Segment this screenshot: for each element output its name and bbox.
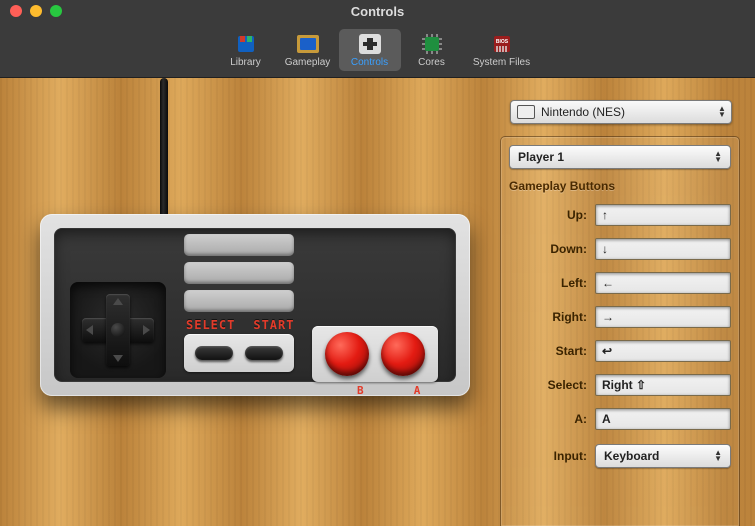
toolbar-item-controls[interactable]: Controls	[339, 29, 401, 71]
binding-label: Up:	[509, 208, 587, 222]
window-controls	[10, 5, 62, 17]
controller-stripe	[184, 290, 294, 312]
dpad-left-icon	[86, 325, 93, 335]
cores-icon	[421, 33, 443, 55]
binding-label: A:	[509, 412, 587, 426]
toolbar-label: Gameplay	[285, 57, 331, 68]
dpad[interactable]	[82, 294, 154, 366]
b-button[interactable]	[325, 332, 369, 376]
system-select-value: Nintendo (NES)	[541, 105, 625, 119]
binding-row-up: Up: ↑	[509, 201, 731, 229]
binding-label: Right:	[509, 310, 587, 324]
svg-text:BIOS: BIOS	[495, 39, 508, 45]
system-select[interactable]: Nintendo (NES) ▲▼	[510, 100, 732, 124]
content-area: Nintendo (NES) ▲▼ Player 1 ▲▼ Gameplay B…	[0, 78, 755, 526]
minimize-icon[interactable]	[30, 5, 42, 17]
binding-field-start[interactable]: ↩	[595, 340, 731, 362]
binding-field-up[interactable]: ↑	[595, 204, 731, 226]
start-button[interactable]	[245, 346, 283, 360]
player-select-value: Player 1	[518, 150, 564, 164]
section-header: Gameplay Buttons	[509, 179, 731, 193]
binding-row-left: Left: ←	[509, 269, 731, 297]
zoom-icon[interactable]	[50, 5, 62, 17]
window-title: Controls	[0, 4, 755, 19]
controller-cable	[160, 78, 168, 218]
gameplay-icon	[297, 33, 319, 55]
close-icon[interactable]	[10, 5, 22, 17]
binding-field-a[interactable]: A	[595, 408, 731, 430]
binding-label: Left:	[509, 276, 587, 290]
system-files-icon: BIOS	[491, 33, 513, 55]
input-label: Input:	[509, 449, 587, 463]
dpad-down-icon	[113, 355, 123, 362]
binding-field-right[interactable]: →	[595, 306, 731, 328]
chevron-updown-icon: ▲▼	[714, 151, 722, 163]
start-label: START	[253, 318, 294, 332]
binding-row-a: A: A	[509, 405, 731, 433]
toolbar-label: Cores	[418, 57, 445, 68]
binding-field-select[interactable]: Right ⇧	[595, 374, 731, 396]
toolbar-item-system-files[interactable]: BIOS System Files	[463, 29, 541, 71]
binding-field-left[interactable]: ←	[595, 272, 731, 294]
toolbar-label: System Files	[473, 57, 530, 68]
chevron-updown-icon: ▲▼	[713, 106, 731, 118]
player-select[interactable]: Player 1 ▲▼	[509, 145, 731, 169]
titlebar: Controls	[0, 0, 755, 22]
binding-row-start: Start: ↩	[509, 337, 731, 365]
binding-row-select: Select: Right ⇧	[509, 371, 731, 399]
chevron-updown-icon: ▲▼	[714, 450, 722, 462]
binding-field-down[interactable]: ↓	[595, 238, 731, 260]
controller-stripe	[184, 234, 294, 256]
dpad-right-icon	[143, 325, 150, 335]
input-device-select[interactable]: Keyboard ▲▼	[595, 444, 731, 468]
toolbar: Library Gameplay Controls Cores BIOS Sys…	[0, 22, 755, 78]
a-label: A	[381, 384, 425, 397]
toolbar-item-library[interactable]: Library	[215, 29, 277, 71]
binding-label: Down:	[509, 242, 587, 256]
select-button[interactable]	[195, 346, 233, 360]
console-icon	[517, 105, 535, 119]
toolbar-item-gameplay[interactable]: Gameplay	[277, 29, 339, 71]
select-start-panel	[184, 334, 294, 372]
dpad-up-icon	[113, 298, 123, 305]
binding-label: Select:	[509, 378, 587, 392]
controller-stripe	[184, 262, 294, 284]
toolbar-label: Controls	[351, 57, 388, 68]
dpad-well	[70, 282, 166, 378]
binding-row-down: Down: ↓	[509, 235, 731, 263]
input-device-value: Keyboard	[604, 449, 659, 463]
select-label: SELECT	[186, 318, 235, 332]
b-label: B	[325, 384, 369, 397]
binding-label: Start:	[509, 344, 587, 358]
nes-controller: SELECT START B A	[40, 214, 470, 396]
binding-row-right: Right: →	[509, 303, 731, 331]
toolbar-label: Library	[230, 57, 261, 68]
toolbar-item-cores[interactable]: Cores	[401, 29, 463, 71]
a-button[interactable]	[381, 332, 425, 376]
input-row: Input: Keyboard ▲▼	[509, 441, 731, 471]
library-icon	[235, 33, 257, 55]
ab-panel	[312, 326, 438, 382]
controls-icon	[359, 33, 381, 55]
bindings-panel: Player 1 ▲▼ Gameplay Buttons Up: ↑ Down:…	[500, 136, 740, 526]
